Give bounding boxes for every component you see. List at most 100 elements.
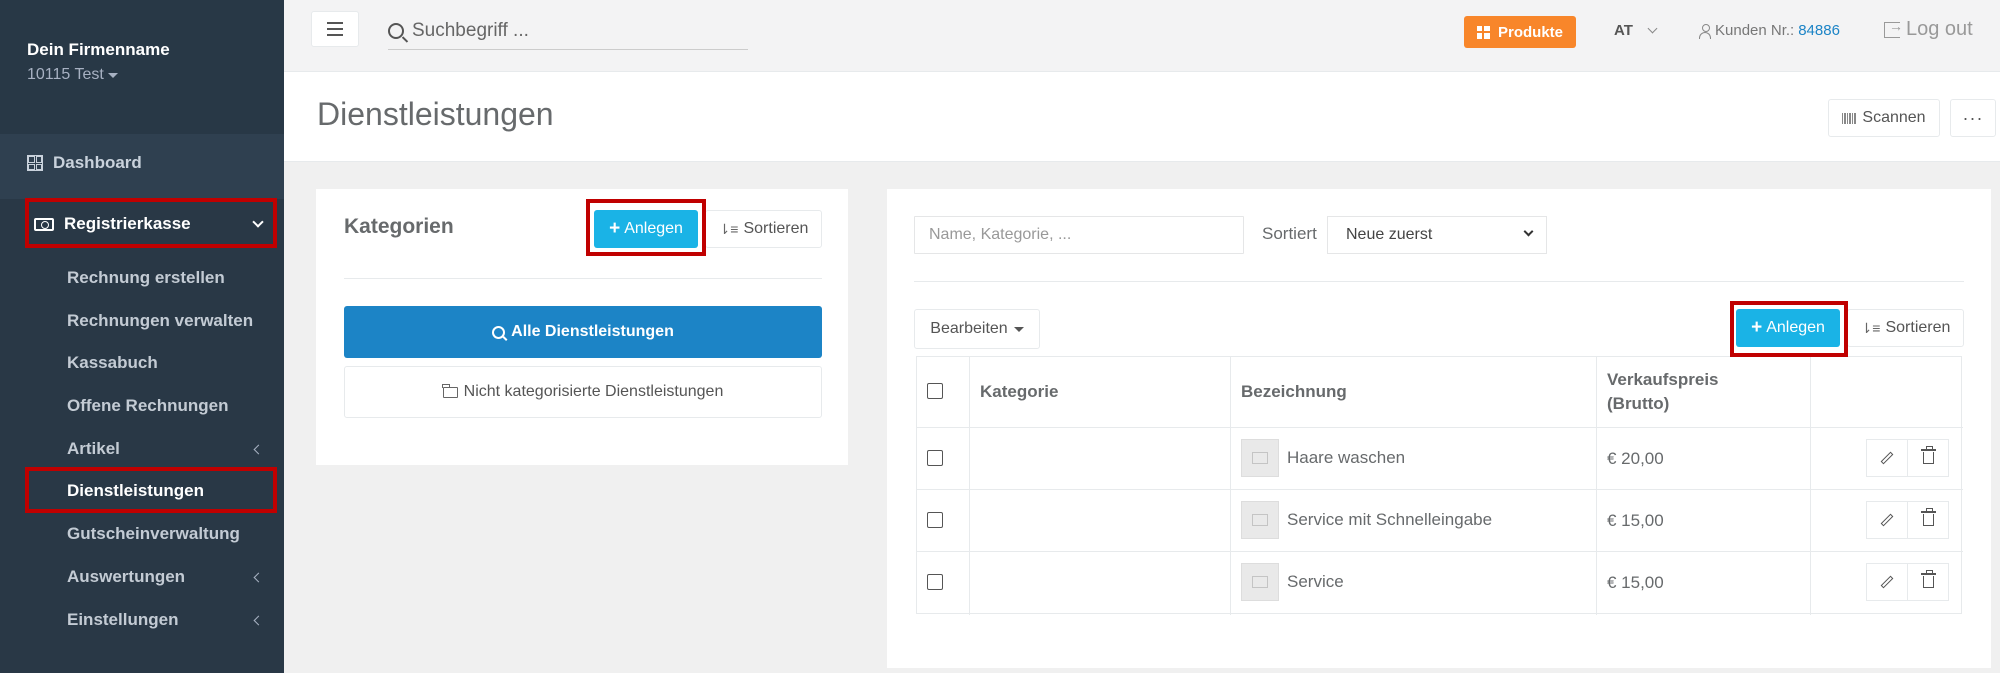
sidebar-item-dashboard[interactable]: Dashboard [0,143,284,183]
sort-services-button[interactable]: ⇂≡ Sortieren [1847,309,1964,347]
sidebar-item-label: Kassabuch [67,353,158,372]
caret-down-icon [1013,326,1024,332]
folder-icon [442,383,458,398]
all-services-label: Alle Dienstleistungen [511,323,674,340]
divider [914,281,1964,282]
filter-input[interactable]: Name, Kategorie, ... [914,216,1244,254]
grid-icon [1476,25,1490,39]
account-label: 10115 Test [27,66,104,83]
sort-label: Sortieren [1885,319,1951,336]
column-header-label: (Brutto) [1607,394,1670,413]
sidebar-item-label: Auswertungen [67,567,186,586]
scan-label: Scannen [1862,109,1926,126]
chevron-left-icon [253,572,264,583]
produkte-button[interactable]: Produkte [1464,16,1576,48]
highlight-add-category [586,199,706,256]
all-services-button[interactable]: Alle Dienstleistungen [344,306,822,358]
row-checkbox[interactable] [927,574,943,590]
edit-button[interactable] [1866,563,1908,601]
sidebar-item-kassabuch[interactable]: Kassabuch [26,344,276,382]
sidebar-item-label: Einstellungen [67,610,179,629]
sidebar-header: Dein Firmenname 10115 Test [0,0,284,134]
bearbeiten-dropdown[interactable]: Bearbeiten [914,309,1040,349]
user-icon [1699,23,1711,39]
sidebar-item-auswertungen[interactable]: Auswertungen [26,558,276,596]
sidebar: Dein Firmenname 10115 Test Dashboard Reg… [0,0,284,673]
categories-panel: Kategorien + Anlegen ⇂≡ Sortieren Alle D… [316,189,848,465]
customer-number-value: 84886 [1798,22,1840,39]
sidebar-item-rechnung-erstellen[interactable]: Rechnung erstellen [26,259,276,297]
sidebar-item-label: Rechnung erstellen [67,268,225,287]
column-header-label: Verkaufspreis [1607,370,1719,389]
logout-label: Log out [1906,18,1973,40]
column-header-label: Bezeichnung [1241,382,1347,401]
highlight-add-service [1730,301,1848,357]
dashboard-icon [27,155,43,171]
services-panel: Name, Kategorie, ... Sortiert Neue zuers… [887,189,1991,668]
pencil-icon [1880,451,1894,465]
delete-button[interactable] [1907,501,1949,539]
delete-button[interactable] [1907,439,1949,477]
sort-label: Sortieren [743,220,809,237]
cell-preis: € 15,00 [1607,573,1664,592]
column-header-verkaufspreis[interactable]: Verkaufspreis (Brutto) [1596,357,1810,427]
services-table: Kategorie Bezeichnung Verkaufspreis (Bru… [916,356,1963,615]
pencil-icon [1880,575,1894,589]
highlight-registrierkasse [25,198,277,248]
sidebar-item-einstellungen[interactable]: Einstellungen [26,601,276,639]
sidebar-item-gutscheinverwaltung[interactable]: Gutscheinverwaltung [26,515,276,553]
row-checkbox[interactable] [927,512,943,528]
barcode-icon [1842,112,1857,124]
image-placeholder-icon [1241,439,1279,477]
language-label: AT [1614,22,1633,39]
sort-icon: ⇂≡ [1860,319,1881,336]
edit-button[interactable] [1866,439,1908,477]
select-all-checkbox[interactable] [927,383,943,399]
more-icon: ··· [1962,107,1984,128]
scan-button[interactable]: Scannen [1828,99,1940,137]
sidebar-item-label: Artikel [67,439,120,458]
filter-placeholder: Name, Kategorie, ... [929,226,1072,243]
menu-toggle-button[interactable] [311,11,359,47]
cell-bezeichnung: Haare waschen [1287,448,1406,467]
sort-select[interactable]: Neue zuerst [1327,216,1547,254]
trash-icon [1920,508,1936,526]
more-options-button[interactable]: ··· [1950,99,1996,137]
logout-icon [1884,18,1903,38]
row-checkbox[interactable] [927,450,943,466]
sidebar-item-offene-rechnungen[interactable]: Offene Rechnungen [26,387,276,425]
sidebar-item-artikel[interactable]: Artikel [26,430,276,468]
produkte-label: Produkte [1497,23,1563,41]
sidebar-item-label: Rechnungen verwalten [67,311,254,330]
search-placeholder: Suchbegriff ... [412,19,529,41]
company-name: Dein Firmenname [27,40,170,59]
account-dropdown[interactable]: 10115 Test [27,66,257,84]
column-header-bezeichnung[interactable]: Bezeichnung [1230,357,1596,427]
language-dropdown[interactable]: AT [1614,22,1658,39]
uncategorized-services-button[interactable]: Nicht kategorisierte Dienstleistungen [344,366,822,418]
image-placeholder-icon [1241,563,1279,601]
sidebar-item-rechnungen-verwalten[interactable]: Rechnungen verwalten [26,302,276,340]
edit-button[interactable] [1866,501,1908,539]
sort-categories-button[interactable]: ⇂≡ Sortieren [705,210,822,248]
delete-button[interactable] [1907,563,1949,601]
sort-label: Sortiert [1262,224,1317,243]
customer-number: Kunden Nr.: 84886 [1699,22,1840,39]
cell-preis: € 15,00 [1607,511,1664,530]
sort-select-value: Neue zuerst [1346,226,1433,243]
chevron-down-icon [1523,226,1534,237]
uncategorized-label: Nicht kategorisierte Dienstleistungen [463,383,724,400]
column-header-kategorie[interactable]: Kategorie [969,357,1230,427]
logout-link[interactable]: Log out [1884,18,1973,41]
sidebar-item-label: Offene Rechnungen [67,396,229,415]
chevron-down-icon [1647,23,1658,34]
topbar: Suchbegriff ... Produkte AT Kunden Nr.: … [284,0,2000,72]
image-placeholder-icon [1241,501,1279,539]
chevron-left-icon [253,615,264,626]
search-input[interactable]: Suchbegriff ... [388,12,748,50]
caret-down-icon [107,72,118,78]
highlight-dienstleistungen [25,467,277,513]
sidebar-item-label: Gutscheinverwaltung [67,524,240,543]
customer-number-label: Kunden Nr.: [1715,22,1795,39]
cell-bezeichnung: Service [1287,572,1344,591]
